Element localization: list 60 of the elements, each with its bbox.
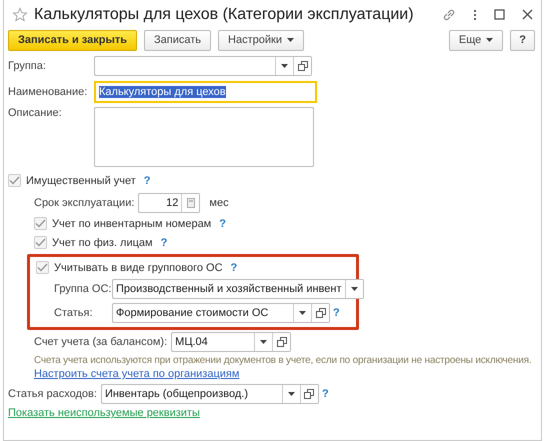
toolbar-button[interactable]: Записать и закрыть bbox=[8, 30, 138, 50]
open-button[interactable] bbox=[311, 304, 329, 322]
caret-icon bbox=[281, 64, 288, 68]
combo-box[interactable]: Производственный и хозяйственный инвент bbox=[112, 279, 364, 299]
window-title: Калькуляторы для цехов (Категории эксплуатации) bbox=[34, 6, 414, 24]
open-window-icon bbox=[304, 388, 314, 398]
close-icon[interactable] bbox=[522, 9, 533, 20]
open-window-icon bbox=[298, 61, 308, 71]
checkbox[interactable] bbox=[34, 236, 47, 249]
checkbox[interactable] bbox=[36, 261, 49, 274]
calculator-icon bbox=[186, 198, 195, 208]
caret-icon bbox=[288, 392, 295, 396]
checkbox-label: Учет по инвентарным номерам bbox=[52, 218, 212, 230]
checkbox-label: Имущественный учет bbox=[26, 174, 136, 186]
combo-box[interactable]: МЦ.04 bbox=[171, 332, 292, 352]
field-label: Счет учета (за балансом): bbox=[34, 336, 168, 348]
open-button[interactable] bbox=[293, 57, 311, 75]
checkbox-label: Учет по физ. лицам bbox=[52, 236, 153, 248]
hint-text: Счета учета используются при отражении документов в учете, если по организации не настроены исключения. bbox=[34, 355, 532, 366]
checkbox-label: Учитывать в виде группового ОС bbox=[54, 262, 223, 274]
field-label: Группа: bbox=[8, 60, 47, 72]
field-label: Наименование: bbox=[8, 86, 88, 98]
caret-icon bbox=[299, 311, 306, 315]
help-link[interactable]: ? bbox=[160, 236, 168, 248]
caret-icon bbox=[286, 38, 294, 42]
combo-box[interactable]: Формирование стоимости ОС bbox=[112, 303, 330, 323]
dropdown-button[interactable] bbox=[344, 280, 362, 298]
open-button[interactable] bbox=[300, 384, 318, 402]
checkbox[interactable] bbox=[34, 217, 47, 230]
help-link[interactable]: ? bbox=[144, 174, 151, 186]
field-label: Статья расходов: bbox=[8, 388, 98, 400]
open-window-icon bbox=[276, 337, 287, 347]
toolbar-button[interactable]: Настройки bbox=[218, 30, 304, 50]
open-window-icon bbox=[316, 308, 326, 318]
field-label: Срок эксплуатации: bbox=[34, 197, 134, 209]
link-icon[interactable] bbox=[442, 8, 456, 22]
caret-icon bbox=[486, 38, 494, 42]
open-button[interactable] bbox=[272, 333, 290, 351]
more-icon[interactable] bbox=[473, 8, 477, 20]
field-label: Группа ОС: bbox=[53, 283, 112, 295]
help-link[interactable]: ? bbox=[333, 307, 340, 319]
description-field[interactable] bbox=[94, 107, 314, 167]
caret-icon bbox=[260, 340, 268, 344]
combo-box[interactable]: Инвентарь (общепроизвод.) bbox=[100, 384, 319, 404]
help-link[interactable]: ? bbox=[219, 218, 226, 230]
number-field[interactable]: 12 bbox=[138, 193, 200, 213]
help-link[interactable]: ? bbox=[322, 388, 329, 400]
help-link[interactable]: ? bbox=[230, 262, 238, 274]
setup-link[interactable]: Настроить счета учета по организациям bbox=[34, 368, 240, 380]
field-label: Статья: bbox=[53, 307, 94, 319]
checkbox[interactable] bbox=[8, 174, 21, 187]
field-label: Описание: bbox=[8, 107, 63, 119]
toolbar-button[interactable]: Еще bbox=[448, 30, 504, 50]
star-icon[interactable] bbox=[12, 6, 28, 22]
unit-label: мес bbox=[209, 197, 229, 209]
caret-icon bbox=[350, 287, 358, 291]
toolbar-button[interactable]: Записать bbox=[144, 30, 212, 50]
name-field[interactable]: Калькуляторы для цехов bbox=[94, 80, 317, 102]
maximize-icon[interactable] bbox=[494, 9, 505, 20]
toolbar-button[interactable]: ? bbox=[510, 30, 535, 50]
